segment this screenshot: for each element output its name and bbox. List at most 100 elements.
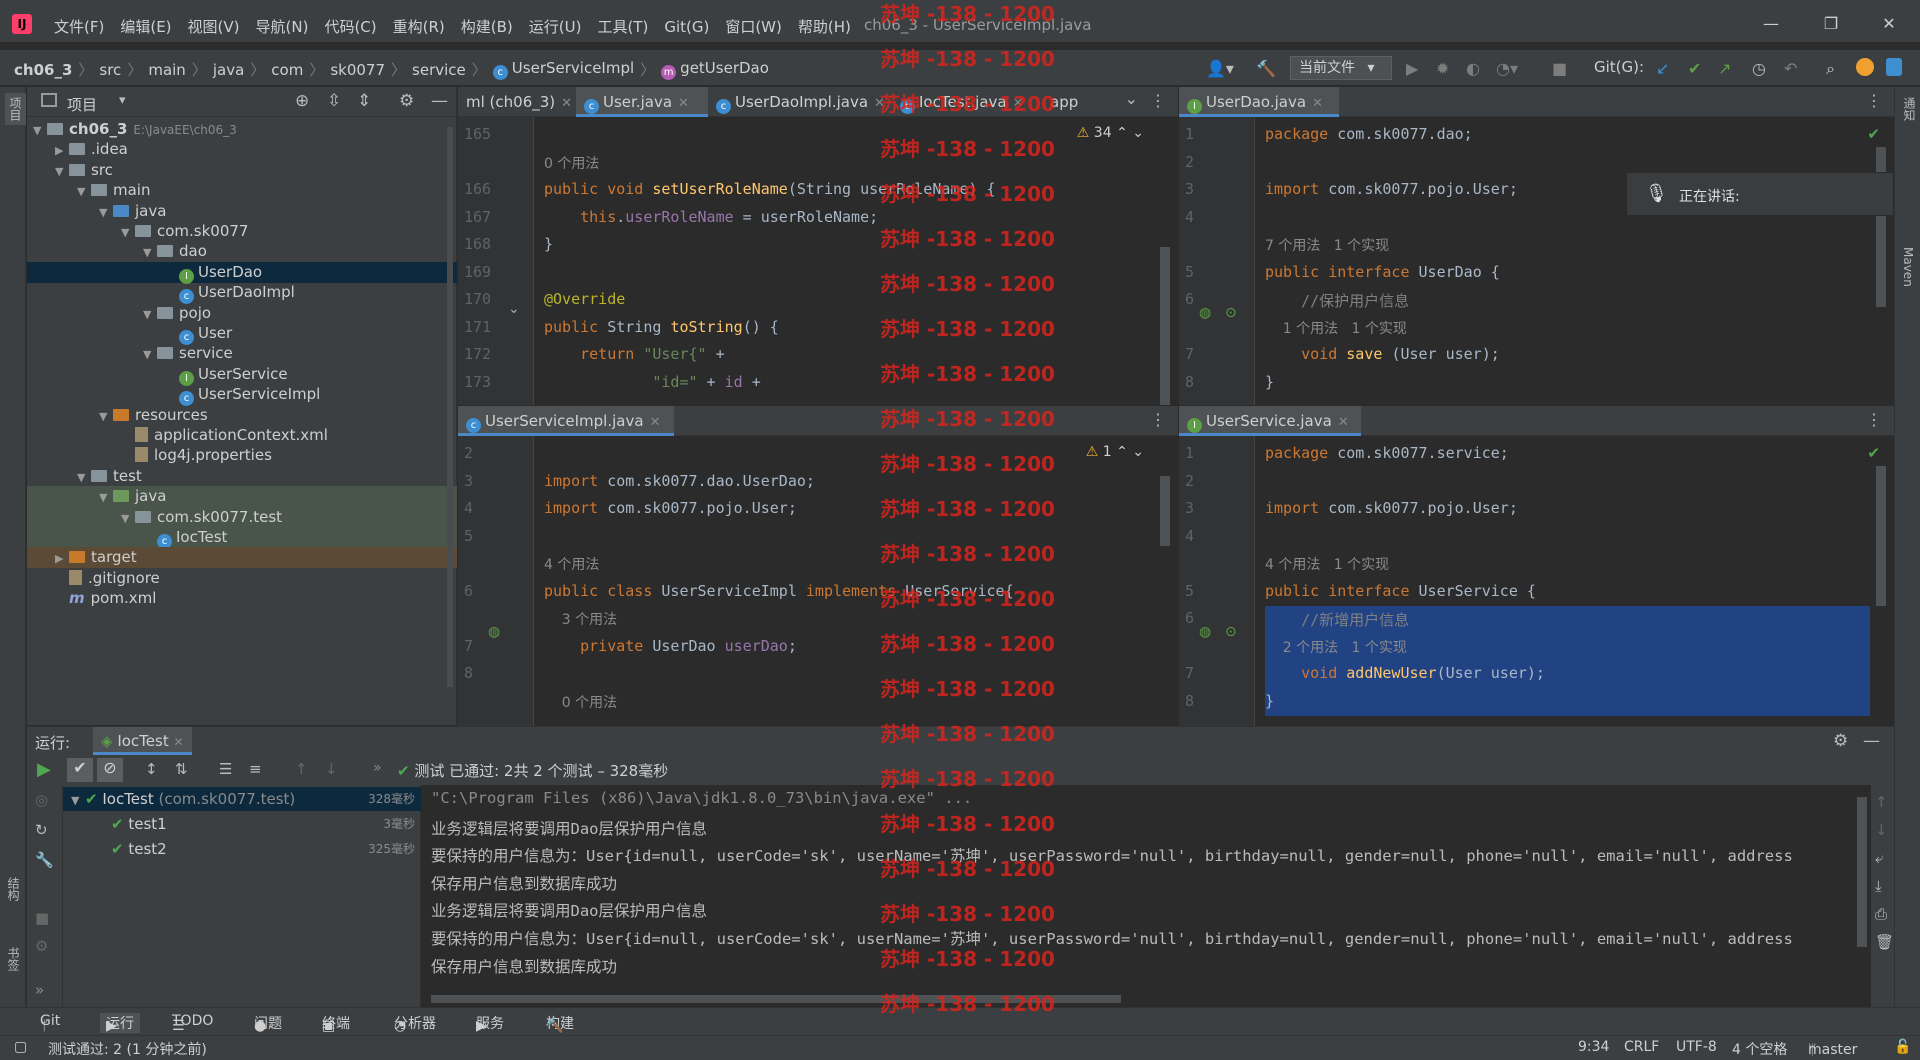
code-line[interactable]: import com.sk0077.pojo.User;	[1265, 180, 1518, 198]
warnings-indicator[interactable]: ⚠ 1 ⌃ ⌄	[1086, 444, 1144, 460]
chevron-down-icon[interactable]: ▼	[77, 181, 91, 202]
coverage-icon[interactable]: ◐	[1466, 59, 1480, 78]
menu-item-9[interactable]: Git(G)	[664, 18, 709, 36]
toolwindow-profiler[interactable]: ◔ 分析器	[394, 1013, 436, 1034]
tree-item-java[interactable]: ▼ java	[27, 201, 457, 222]
code-line[interactable]: return "User{" +	[544, 345, 725, 363]
structure-toolwindow-button[interactable]: 结构	[5, 877, 22, 901]
code-line[interactable]: }	[544, 235, 553, 253]
editor-tab[interactable]: I UserDao.java ✕	[1179, 87, 1339, 117]
more-options-icon[interactable]: ⋮	[1866, 410, 1882, 429]
tree-item-src[interactable]: ▼ src	[27, 160, 457, 181]
more-options-icon[interactable]: ⋮	[1150, 410, 1166, 429]
toolwindow-run[interactable]: ▶ 运行	[100, 1013, 140, 1034]
code-line[interactable]: package com.sk0077.dao;	[1265, 125, 1473, 143]
pin-icon[interactable]: ◎	[35, 791, 48, 809]
breadcrumb-item[interactable]: service	[412, 61, 466, 79]
trash-icon[interactable]: 🗑	[1875, 933, 1894, 951]
code-line[interactable]: }	[1265, 692, 1274, 710]
chevron-right-icon[interactable]: ▶	[55, 548, 69, 569]
project-toolwindow-button[interactable]: 项目	[5, 93, 26, 125]
breadcrumb-item[interactable]: c UserServiceImpl	[492, 59, 634, 80]
code-line[interactable]: public interface UserDao {	[1265, 263, 1500, 281]
more-options-icon[interactable]: ⋮	[1866, 91, 1882, 110]
notifications-toolwindow-button[interactable]: 通知	[1901, 97, 1918, 121]
close-icon[interactable]: ✕	[678, 96, 689, 111]
code-line[interactable]: //保护用户信息	[1265, 290, 1409, 311]
editor-scrollbar[interactable]	[1876, 466, 1886, 606]
gear-icon[interactable]: ⚙	[1833, 731, 1848, 751]
editor-tab[interactable]: c User.java ✕	[576, 87, 708, 117]
scroll-down-icon[interactable]: ↓	[1875, 821, 1888, 839]
export-icon[interactable]: ⚙	[35, 937, 48, 955]
stop-icon[interactable]: ■	[35, 909, 49, 927]
console-output[interactable]: "C:\Program Files (x86)\Java\jdk1.8.0_73…	[421, 785, 1871, 1007]
toolwindow-build[interactable]: 🔨 构建	[546, 1013, 574, 1034]
console-hscrollbar[interactable]	[431, 995, 1121, 1003]
history-icon[interactable]: ◷	[1752, 59, 1766, 78]
git-push-icon[interactable]: ↗	[1718, 59, 1731, 78]
breadcrumb-item[interactable]: ch06_3	[14, 61, 72, 79]
menu-item-11[interactable]: 帮助(H)	[798, 16, 851, 37]
menu-item-10[interactable]: 窗口(W)	[725, 16, 782, 37]
tabs-dropdown-icon[interactable]: ⌄	[1125, 89, 1138, 108]
lock-icon[interactable]: 🔓	[1894, 1039, 1911, 1055]
warnings-indicator[interactable]: ⚠ 34 ⌃ ⌄	[1077, 125, 1144, 141]
restore-icon[interactable]: ❐	[1818, 14, 1844, 33]
scroll-to-end-icon[interactable]: ⤓	[1875, 877, 1882, 895]
run-icon[interactable]: ▶	[1406, 59, 1418, 78]
plugin-icon[interactable]	[1886, 58, 1902, 76]
tree-item-applicationcontextxml[interactable]: applicationContext.xml	[27, 425, 457, 446]
chevron-right-icon[interactable]: ▶	[55, 140, 69, 161]
editor-tab[interactable]: app	[1042, 87, 1118, 117]
close-icon[interactable]: ✕	[561, 96, 572, 111]
editor-tab[interactable]: c UserDaoImpl.java ✕	[708, 87, 892, 117]
menu-item-8[interactable]: 工具(T)	[597, 16, 648, 37]
mic-muted-icon[interactable]: 🎙	[1645, 183, 1668, 204]
toolwindow-todo[interactable]: ☰ TODO	[172, 1013, 213, 1034]
breadcrumb-item[interactable]: src	[99, 61, 121, 79]
code-line[interactable]: @Override	[544, 290, 625, 308]
rollback-icon[interactable]: ↶	[1784, 59, 1797, 78]
close-icon[interactable]: ✕	[650, 415, 661, 430]
gear-icon[interactable]: ⚙	[399, 91, 414, 111]
debug-icon[interactable]: ✹	[1436, 59, 1449, 78]
tree-item-service[interactable]: ▼ service	[27, 343, 457, 364]
minimize-icon[interactable]: —	[1758, 14, 1784, 33]
menu-item-5[interactable]: 重构(R)	[393, 16, 445, 37]
code-line[interactable]: public interface UserService {	[1265, 582, 1536, 600]
editor-scrollbar[interactable]	[1160, 247, 1170, 405]
chevron-down-icon[interactable]: ▼	[71, 789, 85, 813]
close-icon[interactable]: ✕	[1338, 415, 1349, 430]
tree-item-resources[interactable]: ▼ resources	[27, 405, 457, 426]
file-encoding[interactable]: UTF-8	[1676, 1039, 1717, 1055]
toolwindow-services[interactable]: ▶ 服务	[476, 1013, 504, 1034]
chevron-down-icon[interactable]: ▼	[121, 508, 135, 529]
code-line[interactable]: private UserDao userDao;	[544, 637, 797, 655]
tree-item-user[interactable]: c User	[27, 323, 457, 345]
rerun-failed-icon[interactable]: ↻	[35, 821, 48, 839]
test-node-test2[interactable]: ✔ test2 325毫秒	[63, 837, 421, 861]
code-line[interactable]: package com.sk0077.service;	[1265, 444, 1509, 462]
chevron-down-icon[interactable]: ▼	[143, 304, 157, 325]
tree-item-comsk0077[interactable]: ▼ com.sk0077	[27, 221, 457, 242]
search-icon[interactable]: ⌕	[1826, 59, 1835, 79]
prev-fail-icon[interactable]: ↑	[295, 760, 308, 778]
tree-item-comsk0077test[interactable]: ▼ com.sk0077.test	[27, 506, 457, 529]
project-panel-title[interactable]: 项目	[67, 94, 97, 115]
test-node-test1[interactable]: ✔ test1 3毫秒	[63, 812, 421, 836]
code-line[interactable]: import com.sk0077.pojo.User;	[544, 499, 797, 517]
tree-item-idea[interactable]: ▶ .idea	[27, 139, 457, 160]
chevron-down-icon[interactable]: ▼	[99, 487, 113, 508]
maven-toolwindow-button[interactable]: Maven	[1901, 247, 1915, 287]
layout-icon[interactable]: ▢	[14, 1039, 27, 1055]
chevron-down-icon[interactable]: ▼	[143, 344, 157, 365]
chevron-down-icon[interactable]: ▼	[99, 202, 113, 223]
editor-scrollbar[interactable]	[1160, 476, 1170, 546]
collapse-all-icon[interactable]: ⇕	[357, 91, 371, 111]
breadcrumb-item[interactable]: com	[271, 61, 303, 79]
code-line[interactable]: void addNewUser(User user);	[1265, 664, 1545, 682]
collapse-all-icon[interactable]: ≡	[249, 760, 262, 778]
tree-item-dao[interactable]: ▼ dao	[27, 241, 457, 262]
more-icon[interactable]: »	[373, 760, 382, 776]
